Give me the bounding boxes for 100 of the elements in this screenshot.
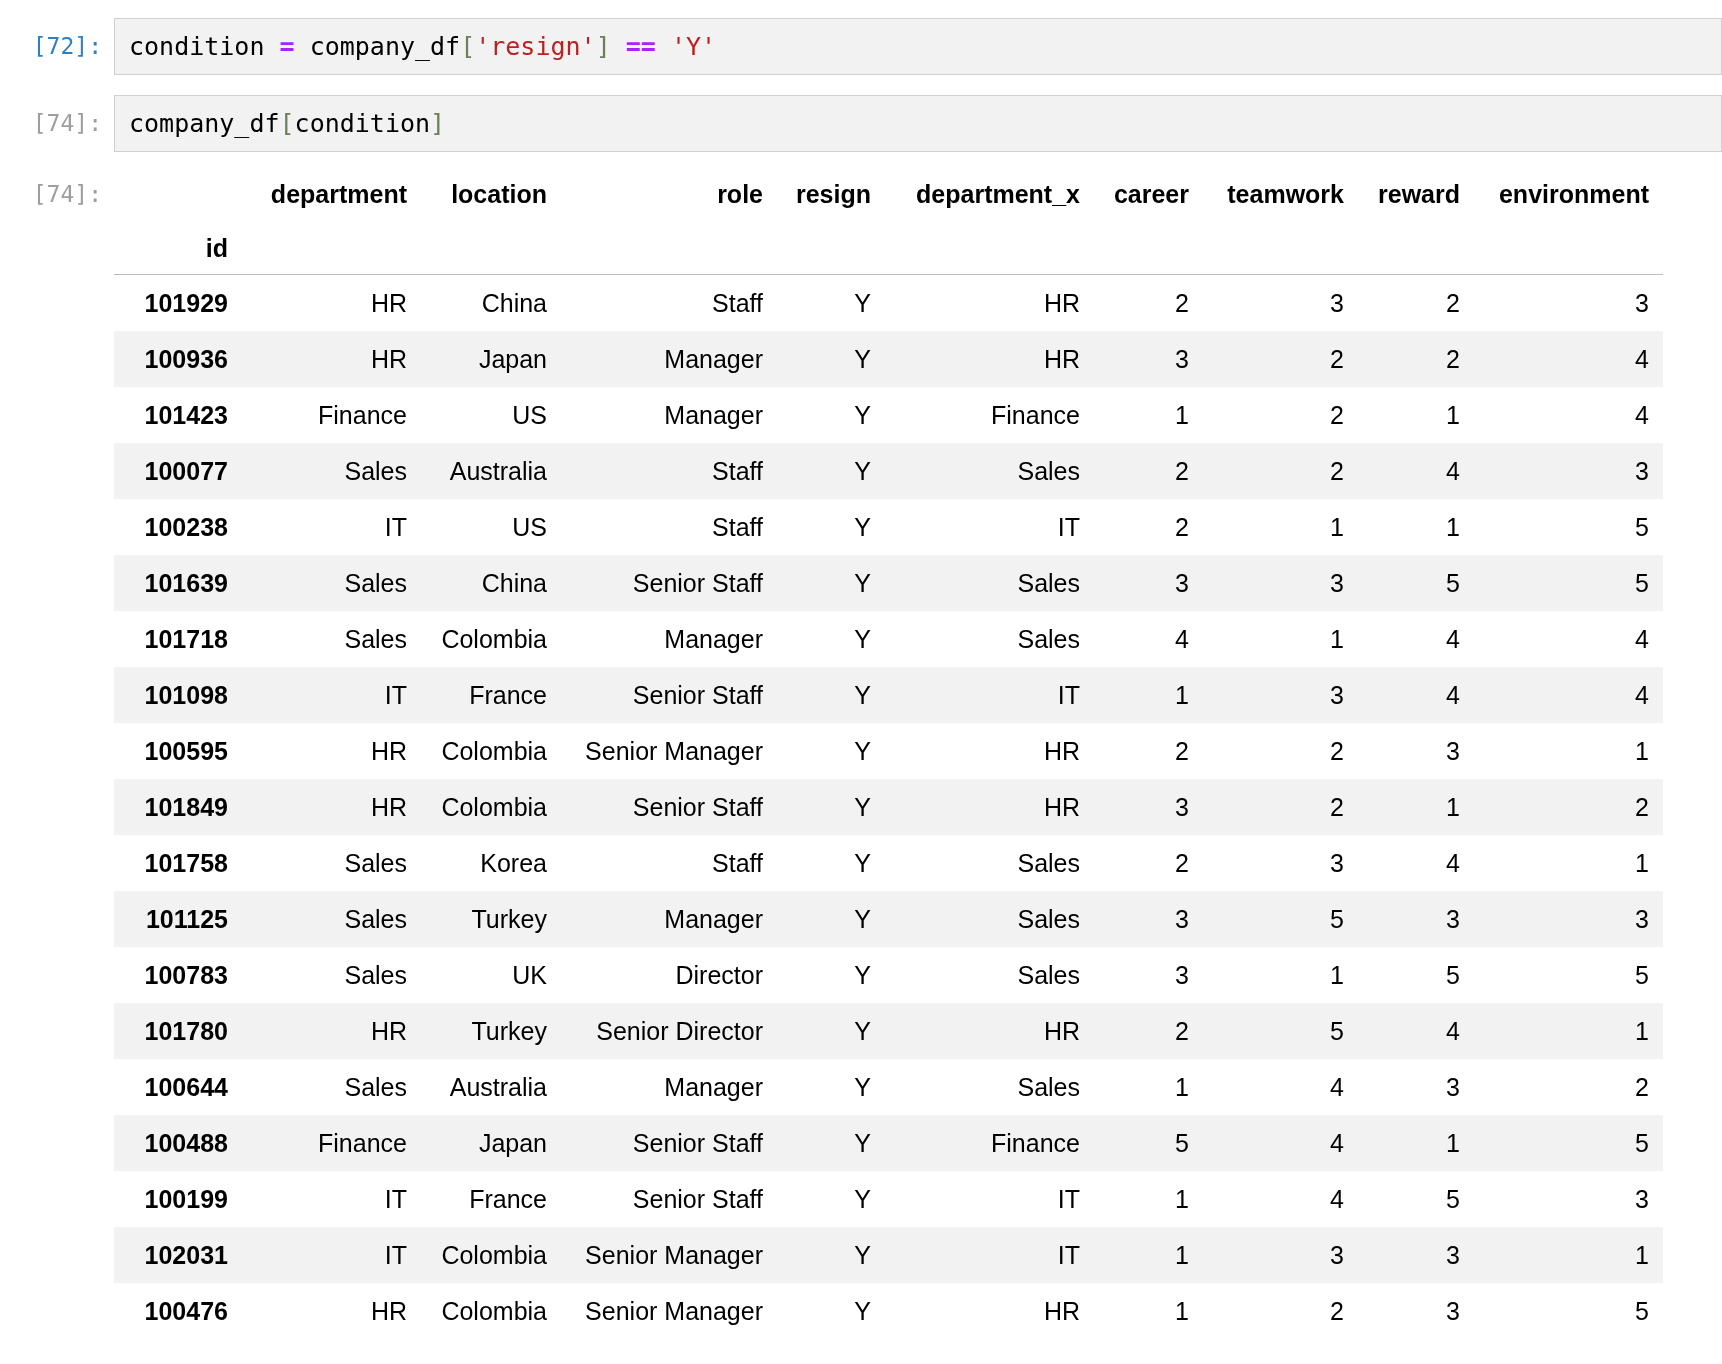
column-header: resign [794,179,872,210]
table-cell: Y [777,1115,885,1171]
table-cell: 1 [1474,1003,1663,1059]
table-cell: Y [777,891,885,947]
table-cell: HR [242,779,421,835]
table-cell: IT [885,667,1094,723]
column-header: role [716,179,764,210]
table-cell: Senior Staff [561,1115,777,1171]
table-cell: Colombia [421,1227,561,1283]
table-cell: 3 [1203,555,1358,611]
table-cell: 3 [1358,1227,1474,1283]
table-cell: Sales [885,555,1094,611]
table-cell: 1 [1094,667,1203,723]
input-prompt: [74]: [31,109,103,138]
table-cell: 4 [1474,331,1663,387]
table-cell: IT [242,667,421,723]
table-cell: Senior Manager [561,1227,777,1283]
table-cell: Y [777,667,885,723]
table-cell: 1 [1474,1227,1663,1283]
table-cell: 5 [1203,891,1358,947]
table-cell: 2 [1203,331,1358,387]
table-cell: 3 [1203,667,1358,723]
table-cell: China [421,555,561,611]
table-cell: 4 [1203,1115,1358,1171]
table-cell: 5 [1203,1003,1358,1059]
column-header: location [450,179,548,210]
table-cell: 4 [1358,1003,1474,1059]
table-cell: Y [777,331,885,387]
table-cell: 5 [1358,555,1474,611]
table-cell: Y [777,1227,885,1283]
column-header: career [1112,179,1190,210]
table-cell: Manager [561,891,777,947]
output-prompt: [74]: [31,180,103,209]
table-cell: 2 [1203,779,1358,835]
table-cell: 3 [1203,1227,1358,1283]
table-cell: Australia [421,443,561,499]
table-cell: 2 [1094,443,1203,499]
table-cell: Sales [885,891,1094,947]
row-index: 101639 [114,555,242,611]
table-cell: Sales [242,443,421,499]
table-cell: HR [885,779,1094,835]
code-editor[interactable]: condition = company_df['resign'] == 'Y' [114,18,1722,75]
table-cell: 3 [1474,443,1663,499]
column-header: reward [1377,179,1461,210]
table-cell: 4 [1358,443,1474,499]
column-header: department_x [915,179,1081,210]
table-cell: 3 [1094,779,1203,835]
table-cell: HR [242,1003,421,1059]
table-cell: 2 [1094,1003,1203,1059]
row-index: 101780 [114,1003,242,1059]
table-cell: Sales [885,443,1094,499]
table-cell: Y [777,1003,885,1059]
row-index: 102031 [114,1227,242,1283]
row-index: 100077 [114,443,242,499]
input-prompt: [72]: [31,32,103,61]
table-cell: IT [242,1227,421,1283]
table-cell: Y [777,555,885,611]
table-cell: 1 [1094,1227,1203,1283]
table-cell: IT [885,1227,1094,1283]
table-cell: HR [242,331,421,387]
table-cell: 3 [1358,891,1474,947]
row-index: 101125 [114,891,242,947]
table-cell: Finance [885,1115,1094,1171]
row-index: 101098 [114,667,242,723]
table-cell: 4 [1474,667,1663,723]
table-cell: Turkey [421,1003,561,1059]
row-index: 100488 [114,1115,242,1171]
table-cell: 5 [1094,1115,1203,1171]
table-cell: HR [885,1003,1094,1059]
table-cell: Sales [242,555,421,611]
table-cell: Senior Staff [561,667,777,723]
table-cell: 2 [1358,331,1474,387]
column-header: department [269,179,408,210]
row-index: 100936 [114,331,242,387]
code-editor[interactable]: company_df[condition] [114,95,1722,152]
table-cell: HR [885,331,1094,387]
table-cell: 1 [1358,1115,1474,1171]
table-cell: Manager [561,331,777,387]
table-cell: 4 [1358,667,1474,723]
table-cell: 5 [1474,555,1663,611]
table-cell: Staff [561,443,777,499]
table-cell: Finance [242,1115,421,1171]
table-cell: Colombia [421,779,561,835]
table-cell: Sales [242,891,421,947]
table-cell: 1 [1358,779,1474,835]
table-cell: Y [777,443,885,499]
table-cell: 3 [1094,555,1203,611]
table-cell: Y [777,779,885,835]
table-cell: Turkey [421,891,561,947]
table-cell: Japan [421,1115,561,1171]
table-cell: 2 [1203,443,1358,499]
table-cell: 5 [1474,1115,1663,1171]
table-cell: 3 [1094,331,1203,387]
row-index: 101849 [114,779,242,835]
table-cell: Senior Staff [561,779,777,835]
table-cell: 3 [1474,891,1663,947]
table-cell: 3 [1094,891,1203,947]
table-cell: France [421,667,561,723]
table-cell: 2 [1474,779,1663,835]
column-header: teamwork [1226,179,1345,210]
